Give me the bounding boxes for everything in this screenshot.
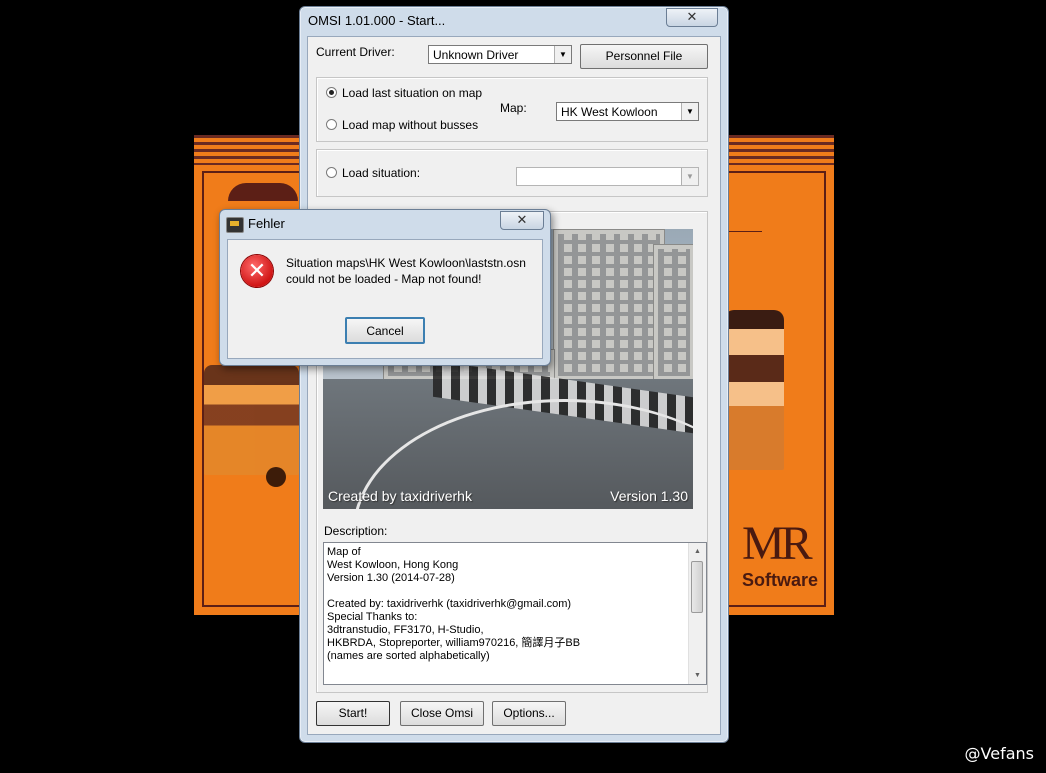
map-label: Map:: [500, 101, 527, 115]
dialog-title: Fehler: [248, 216, 285, 231]
load-situation-radio[interactable]: [326, 167, 337, 178]
load-last-situation-label[interactable]: Load last situation on map: [342, 86, 482, 100]
logo-mark: MR: [742, 517, 813, 570]
load-situation-label[interactable]: Load situation:: [342, 166, 420, 180]
chevron-down-icon[interactable]: ▼: [681, 168, 698, 185]
description-text: Map of West Kowloon, Hong Kong Version 1…: [327, 546, 581, 662]
app-icon: [226, 217, 244, 233]
splash-logo-arc: [228, 183, 298, 201]
mr-software-logo: MR Software: [742, 520, 822, 600]
preview-version-caption: Version 1.30: [610, 488, 688, 504]
error-message: Situation maps\HK West Kowloon\laststn.o…: [286, 256, 526, 286]
description-label: Description:: [324, 524, 388, 538]
omsi-start-window: OMSI 1.01.000 - Start... ✕ Current Drive…: [299, 6, 729, 743]
scroll-down-icon[interactable]: ▼: [689, 667, 706, 684]
preview-author-caption: Created by taxidriverhk: [328, 488, 472, 504]
logo-text: Software: [742, 570, 819, 590]
dialog-close-button[interactable]: ✕: [500, 211, 544, 230]
chevron-down-icon[interactable]: ▼: [554, 46, 571, 63]
situation-select[interactable]: ▼: [516, 167, 699, 186]
scroll-thumb[interactable]: [691, 561, 703, 613]
error-icon: ✕: [241, 255, 273, 287]
current-driver-value: Unknown Driver: [433, 48, 519, 62]
cancel-button[interactable]: Cancel: [345, 317, 425, 344]
window-close-button[interactable]: ✕: [666, 8, 718, 27]
close-omsi-button[interactable]: Close Omsi: [400, 701, 484, 726]
start-button[interactable]: Start!: [316, 701, 390, 726]
error-dialog: Fehler ✕ ✕ Situation maps\HK West Kowloo…: [219, 209, 551, 366]
description-scrollbar[interactable]: ▲ ▼: [688, 543, 706, 684]
dialog-client-area: ✕ Situation maps\HK West Kowloon\laststn…: [227, 239, 543, 359]
splash-bus-left: [204, 365, 299, 487]
load-last-situation-radio[interactable]: [326, 87, 337, 98]
splash-divider: [728, 231, 762, 232]
personnel-file-button[interactable]: Personnel File: [580, 44, 708, 69]
preview-building: [553, 229, 665, 381]
load-without-busses-label[interactable]: Load map without busses: [342, 118, 478, 132]
splash-bus-right: [724, 310, 784, 470]
chevron-down-icon[interactable]: ▼: [681, 103, 698, 120]
preview-building: [653, 244, 693, 381]
current-driver-select[interactable]: Unknown Driver ▼: [428, 45, 572, 64]
load-without-busses-radio[interactable]: [326, 119, 337, 130]
window-title: OMSI 1.01.000 - Start...: [308, 13, 446, 28]
window-client-area: Current Driver: Unknown Driver ▼ Personn…: [307, 36, 721, 735]
watermark: @Vefans: [964, 744, 1034, 763]
map-value: HK West Kowloon: [561, 105, 658, 119]
map-select[interactable]: HK West Kowloon ▼: [556, 102, 699, 121]
options-button[interactable]: Options...: [492, 701, 566, 726]
scroll-up-icon[interactable]: ▲: [689, 543, 706, 560]
current-driver-label: Current Driver:: [316, 45, 395, 59]
description-textarea[interactable]: Map of West Kowloon, Hong Kong Version 1…: [323, 542, 707, 685]
